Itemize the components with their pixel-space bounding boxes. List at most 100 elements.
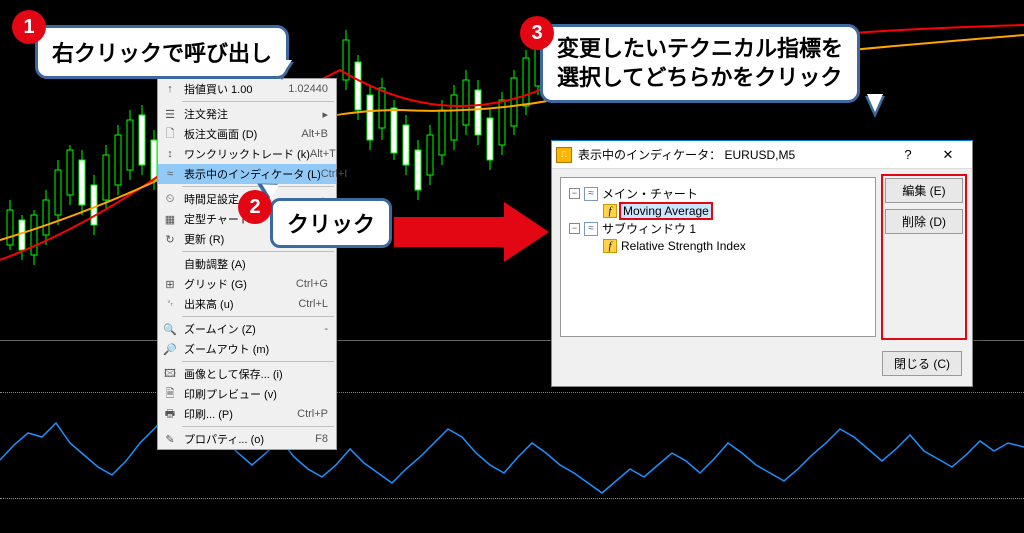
menu-separator <box>160 426 334 427</box>
menu-item[interactable]: 🔍 ズームイン (Z) - <box>158 319 336 339</box>
indicator-icon: f <box>603 204 617 218</box>
menu-separator <box>160 101 334 102</box>
context-menu: ↑ 指値買い 1.00 1.02440 ☰ 注文発注 ▸ 🗋 板注文画面 (D) Alt+B ↕ ワ… <box>157 78 337 450</box>
help-button[interactable]: ? <box>888 143 928 167</box>
menu-item-icon: ↻ <box>162 231 178 247</box>
menu-item[interactable]: 🖶印刷... (P)Ctrl+P <box>158 404 336 424</box>
menu-item[interactable]: ☰ 注文発注 ▸ <box>158 104 336 124</box>
menu-item-icon: 🔍 <box>162 321 178 337</box>
menu-item-icon: 🔎 <box>162 341 178 357</box>
chart-icon: ≈ <box>584 222 598 236</box>
callout-3: 変更したいテクニカル指標を 選択してどちらかをクリック <box>540 24 860 103</box>
indicator-icon: f <box>603 239 617 253</box>
tree-item-rsi[interactable]: f Relative Strength Index <box>603 238 869 254</box>
menu-separator <box>160 316 334 317</box>
menu-item-icon: ☰ <box>162 106 178 122</box>
menu-item[interactable]: 🗎印刷プレビュー (v) <box>158 384 336 404</box>
rsi-line <box>0 395 1024 533</box>
menu-item-icon: 🗋 <box>162 126 178 142</box>
tree-main-chart[interactable]: − ≈ メイン・チャート <box>569 184 869 203</box>
tree-collapse-icon[interactable]: − <box>569 188 580 199</box>
menu-item-label: 指値買い 1.00 <box>184 81 252 97</box>
dialog-titlebar[interactable]: ⎍ 表示中のインディケータ： EURUSD,M5 ? ✕ <box>552 141 972 169</box>
menu-item-label: 板注文画面 (D) <box>184 126 257 142</box>
menu-item-icon: ⊞ <box>162 276 178 292</box>
edit-button[interactable]: 編集 (E) <box>885 178 963 203</box>
step-badge-2: 2 <box>238 190 272 224</box>
menu-item-label: 出来高 (u) <box>184 296 234 312</box>
red-arrow <box>394 202 549 262</box>
menu-item[interactable]: ↕ワンクリックトレード (k)Alt+T <box>158 144 336 164</box>
rsi-level-line <box>0 392 1024 393</box>
close-x-button[interactable]: ✕ <box>928 143 968 167</box>
menu-item-shortcut: Ctrl+L <box>298 298 332 310</box>
callout-2: クリック <box>270 198 392 248</box>
menu-item[interactable]: ⊞ グリッド (G) Ctrl+G <box>158 274 336 294</box>
menu-item-label: 画像として保存... (i) <box>184 366 283 382</box>
menu-item-label: ズームイン (Z) <box>184 321 256 337</box>
menu-item[interactable]: ✎ プロパティ... (o) F8 <box>158 429 336 449</box>
menu-item-shortcut: Alt+T <box>310 148 340 160</box>
menu-item[interactable]: ↑ 指値買い 1.00 1.02440 <box>158 79 336 99</box>
menu-separator <box>160 251 334 252</box>
menu-item[interactable]: 🔎 ズームアウト (m) <box>158 339 336 359</box>
menu-item[interactable]: ≈表示中のインディケータ (L)Ctrl+I <box>158 164 336 184</box>
menu-item-icon: ↑ <box>162 81 178 97</box>
callout-1: 右クリックで呼び出し <box>35 25 289 79</box>
menu-item-shortcut: Alt+B <box>301 128 332 140</box>
menu-item-shortcut: - <box>324 323 332 335</box>
callout-3-line2: 選択してどちらかをクリック <box>557 65 842 90</box>
dialog-button-column: 編集 (E) 削除 (D) <box>884 177 964 337</box>
menu-item-label: 時間足設定 <box>184 191 239 207</box>
tree-collapse-icon[interactable]: − <box>569 223 580 234</box>
menu-item-shortcut: Ctrl+P <box>297 408 332 420</box>
menu-item-shortcut: 1.02440 <box>288 83 332 95</box>
tree-label: サブウィンドウ 1 <box>602 220 696 237</box>
indicator-pane[interactable] <box>0 395 1024 533</box>
menu-item-label: 更新 (R) <box>184 231 224 247</box>
menu-item-label: ズームアウト (m) <box>184 341 269 357</box>
menu-item-icon <box>162 256 178 272</box>
dialog-title: 表示中のインディケータ： EURUSD,M5 <box>578 146 795 163</box>
tree-item-moving-average[interactable]: f Moving Average <box>603 203 869 219</box>
menu-item-label: 印刷プレビュー (v) <box>184 386 277 402</box>
menu-item-shortcut: ▸ <box>322 108 332 121</box>
menu-item-label: 注文発注 <box>184 106 228 122</box>
chart-icon: ≈ <box>584 187 598 201</box>
step-badge-1: 1 <box>12 10 46 44</box>
menu-item-shortcut: F8 <box>315 433 332 445</box>
step-badge-3: 3 <box>520 16 554 50</box>
menu-item-icon: ▦ <box>162 211 178 227</box>
indicators-dialog: ⎍ 表示中のインディケータ： EURUSD,M5 ? ✕ − ≈ メイン・チャー… <box>551 140 973 387</box>
menu-item-icon: ✎ <box>162 431 178 447</box>
tree-label: メイン・チャート <box>602 185 698 202</box>
menu-item[interactable]: 自動調整 (A) <box>158 254 336 274</box>
menu-item-label: ワンクリックトレード (k) <box>184 146 310 162</box>
menu-item-shortcut: Ctrl+G <box>296 278 332 290</box>
menu-item-icon: ≈ <box>162 166 178 182</box>
menu-item-icon: ⏲ <box>162 191 178 207</box>
menu-item-icon: ␋ <box>162 296 178 312</box>
callout-1-tail-inner <box>272 60 292 75</box>
menu-item-label: プロパティ... (o) <box>184 431 264 447</box>
tree-label: Relative Strength Index <box>621 239 746 253</box>
delete-button[interactable]: 削除 (D) <box>885 209 963 234</box>
indicator-tree[interactable]: − ≈ メイン・チャート f Moving Average − ≈ サブウィンド… <box>560 177 876 337</box>
menu-separator <box>160 186 334 187</box>
dialog-icon: ⎍ <box>556 147 572 163</box>
menu-item-label: グリッド (G) <box>184 276 247 292</box>
menu-item-label: 印刷... (P) <box>184 406 233 422</box>
tree-subwindow[interactable]: − ≈ サブウィンドウ 1 <box>569 219 869 238</box>
menu-item[interactable]: ␋ 出来高 (u) Ctrl+L <box>158 294 336 314</box>
menu-item[interactable]: 🗋 板注文画面 (D) Alt+B <box>158 124 336 144</box>
menu-item-label: 表示中のインディケータ (L) <box>184 166 321 182</box>
menu-item-label: 自動調整 (A) <box>184 256 246 272</box>
callout-3-line1: 変更したいテクニカル指標を <box>557 36 843 61</box>
menu-item-shortcut: Ctrl+I <box>321 168 352 180</box>
callout-3-tail-inner <box>867 94 883 112</box>
close-button[interactable]: 閉じる (C) <box>882 351 962 376</box>
menu-item[interactable]: 🖾 画像として保存... (i) <box>158 364 336 384</box>
menu-item-icon: ↕ <box>162 146 178 162</box>
menu-item-icon: 🖾 <box>162 366 178 382</box>
tree-label-selected: Moving Average <box>621 204 711 218</box>
